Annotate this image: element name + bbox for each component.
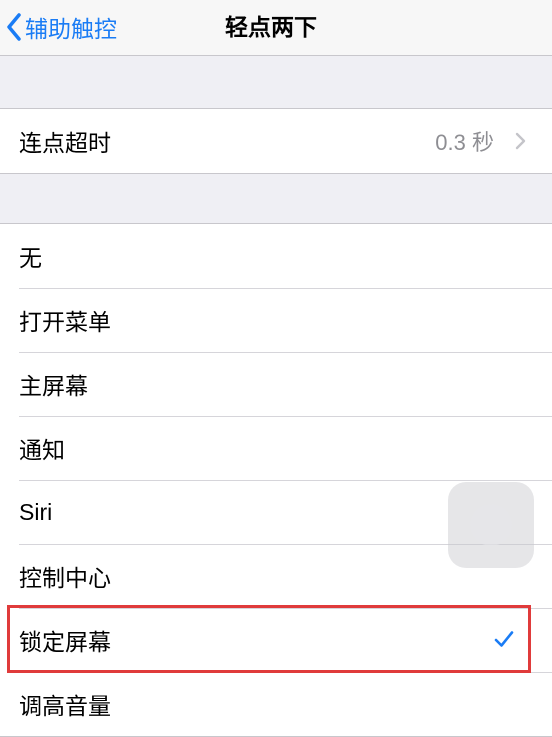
action-list: 无 打开菜单 主屏幕 通知 Siri 控制中心 锁定屏幕 调高音量 [0,223,552,737]
timeout-value: 0.3 秒 [435,130,494,155]
timeout-row[interactable]: 连点超时 0.3 秒 [0,109,552,173]
timeout-label: 连点超时 [19,130,111,156]
action-option-home-screen[interactable]: 主屏幕 [0,352,552,416]
action-option-volume-up[interactable]: 调高音量 [0,672,552,736]
timeout-group: 连点超时 0.3 秒 [0,108,552,174]
action-option-none[interactable]: 无 [0,224,552,288]
option-label: 锁定屏幕 [19,629,111,655]
option-label: 控制中心 [19,565,111,591]
action-option-notifications[interactable]: 通知 [0,416,552,480]
option-label: 无 [19,245,42,271]
assistive-touch-button[interactable] [448,482,534,568]
navigation-bar: 辅助触控 轻点两下 [0,0,552,56]
assistive-touch-icon [470,504,512,546]
option-label: 打开菜单 [19,309,111,335]
action-option-lock-screen[interactable]: 锁定屏幕 [0,608,552,672]
option-label: 调高音量 [19,693,111,719]
option-label: Siri [19,498,53,525]
chevron-right-icon [515,132,526,150]
page-title: 轻点两下 [225,14,317,40]
option-label: 主屏幕 [19,373,88,399]
option-label: 通知 [19,437,65,463]
action-option-open-menu[interactable]: 打开菜单 [0,288,552,352]
checkmark-icon [494,631,514,647]
